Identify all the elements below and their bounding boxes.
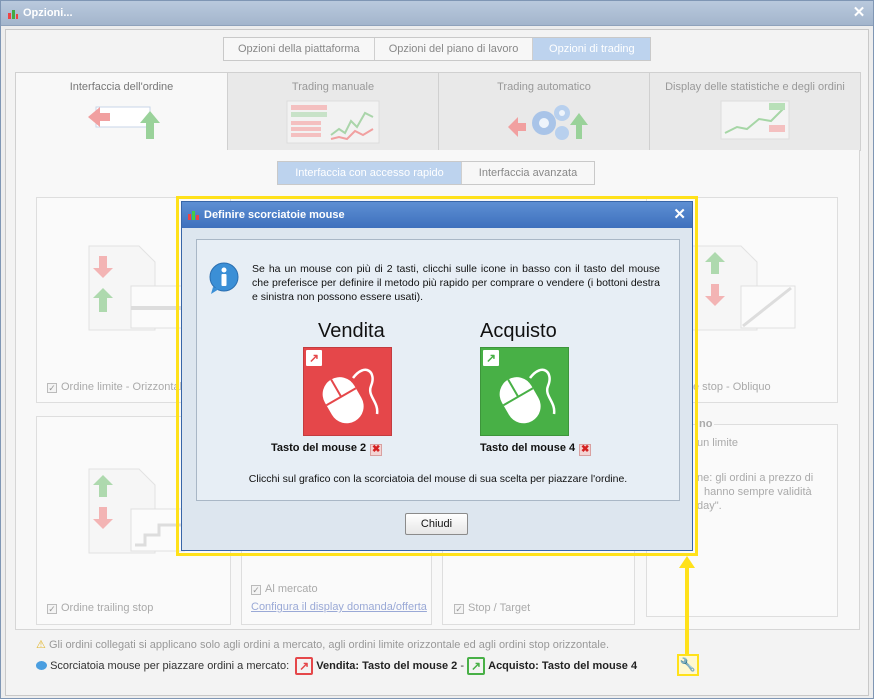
- checkbox-box: ✓: [251, 585, 261, 595]
- linked-orders-note: ⚠ Gli ordini collegati si applicano solo…: [36, 638, 609, 651]
- trailing-stop-icon: [88, 468, 185, 554]
- buy-key-label: Tasto del mouse 4: [480, 442, 576, 454]
- stop-oblique-checkbox[interactable]: e stop - Obliquo: [693, 381, 771, 393]
- info-limit-label: un limite: [697, 437, 738, 449]
- tab-platform-options[interactable]: Opzioni della piattaforma: [224, 38, 375, 60]
- trailing-stop-checkbox[interactable]: ✓ Ordine trailing stop: [47, 602, 153, 614]
- stop-oblique-label: e stop - Obliquo: [693, 381, 771, 393]
- tab-statistics-display-label: Display delle statistiche e degli ordini: [665, 81, 845, 93]
- mouse-shortcut-bar: Scorciatoia mouse per piazzare ordini a …: [36, 656, 637, 676]
- clear-buy-key-icon[interactable]: ✖: [579, 444, 592, 456]
- clear-sell-key-icon[interactable]: ✖: [370, 444, 383, 456]
- order-interface-icon: [87, 106, 160, 139]
- at-market-checkbox[interactable]: ✓ Al mercato: [251, 583, 318, 595]
- buy-title: Acquisto: [480, 320, 557, 342]
- wrench-icon[interactable]: 🔧: [677, 654, 699, 676]
- manual-trading-icon: [286, 100, 380, 144]
- buy-key-row: Tasto del mouse 4 ✖: [480, 442, 592, 456]
- tab-automatic-trading[interactable]: Trading automatico: [438, 72, 650, 151]
- dialog-title: Definire scorciatoie mouse: [204, 209, 345, 221]
- info-text-2: hanno sempre validità: [704, 486, 812, 498]
- sell-key-label: Tasto del mouse 2: [271, 442, 367, 454]
- info-heading: no: [697, 418, 715, 430]
- mouse-shortcut-dialog: Definire scorciatoie mouse ✕ Se ha un mo…: [181, 201, 693, 551]
- sub-tabs: Interfaccia con accesso rapido Interfacc…: [277, 161, 595, 185]
- tab-order-interface-label: Interfaccia dell'ordine: [69, 81, 174, 93]
- window-titlebar: Opzioni... ✕: [1, 1, 873, 26]
- sell-mouse-button[interactable]: ↗: [303, 347, 392, 436]
- mouse-icon: [499, 368, 556, 424]
- tab-advanced-interface[interactable]: Interfaccia avanzata: [462, 162, 594, 184]
- checkbox-box: ✓: [454, 604, 464, 614]
- trailing-stop-label: Ordine trailing stop: [61, 602, 154, 614]
- dialog-titlebar: Definire scorciatoie mouse ✕: [182, 202, 692, 228]
- sell-title: Vendita: [318, 320, 385, 342]
- sell-key-row: Tasto del mouse 2 ✖: [271, 442, 383, 456]
- info-text-1: ne: gli ordini a prezzo di: [697, 472, 814, 484]
- mouse-icon: [322, 368, 379, 424]
- buy-shortcut-icon: ↗: [467, 657, 486, 676]
- dialog-content: Se ha un mouse con più di 2 tasti, clicc…: [196, 239, 680, 501]
- shortcut-separator: -: [460, 660, 464, 672]
- tab-quick-interface[interactable]: Interfaccia con accesso rapido: [278, 162, 462, 184]
- tab-automatic-trading-label: Trading automatico: [497, 81, 591, 93]
- sell-shortcut-icon: ↗: [295, 657, 314, 676]
- stop-target-label: Stop / Target: [468, 602, 531, 614]
- info-icon: [209, 262, 239, 294]
- buy-shortcut-key: Tasto del mouse 4: [541, 660, 638, 672]
- dialog-message: Se ha un mouse con più di 2 tasti, clicc…: [252, 263, 660, 303]
- configure-bid-ask-link[interactable]: Configura il display domanda/offerta: [251, 601, 427, 613]
- tab-trading-options[interactable]: Opzioni di trading: [533, 38, 651, 60]
- info-text-3: day".: [697, 500, 722, 512]
- sell-shortcut-label: Vendita:: [316, 660, 360, 672]
- dialog-close-icon[interactable]: ✕: [673, 206, 686, 223]
- limit-horizontal-icon: [88, 245, 185, 331]
- checkbox-box: ✓: [47, 383, 57, 393]
- app-icon: [8, 10, 18, 19]
- close-button[interactable]: Chiudi: [405, 513, 468, 535]
- tab-manual-trading-label: Trading manuale: [291, 81, 375, 93]
- window-close-icon[interactable]: ✕: [851, 5, 867, 21]
- warning-icon: ⚠: [36, 639, 46, 651]
- buy-mouse-button[interactable]: ↗: [480, 347, 569, 436]
- shortcut-label: Scorciatoia mouse per piazzare ordini a …: [50, 660, 290, 672]
- stop-oblique-icon: [690, 245, 796, 331]
- tab-manual-trading[interactable]: Trading manuale: [227, 72, 439, 151]
- tab-statistics-display[interactable]: Display delle statistiche e degli ordini: [649, 72, 861, 151]
- buy-shortcut-label: Acquisto:: [488, 660, 539, 672]
- stop-target-checkbox[interactable]: ✓ Stop / Target: [454, 602, 530, 614]
- tab-order-interface[interactable]: Interfaccia dell'ordine: [15, 72, 228, 151]
- top-tabs: Opzioni della piattaforma Opzioni del pi…: [223, 37, 652, 61]
- dialog-hint: Clicchi sul grafico con la scorciatoia d…: [248, 473, 628, 485]
- checkbox-box: ✓: [47, 604, 57, 614]
- at-market-label: Al mercato: [265, 583, 318, 595]
- limit-horizontal-label: Ordine limite - Orizzontale: [61, 381, 189, 393]
- dialog-app-icon: [188, 211, 199, 220]
- gears-icon: [508, 105, 588, 140]
- limit-horizontal-checkbox[interactable]: ✓ Ordine limite - Orizzontale: [47, 381, 188, 393]
- linked-orders-text: Gli ordini collegati si applicano solo a…: [48, 639, 610, 651]
- highlight-arrow-line: [685, 566, 689, 654]
- window-title: Opzioni...: [23, 7, 73, 19]
- speech-bubble-icon: [36, 661, 47, 670]
- statistics-icon: [720, 100, 790, 140]
- sell-shortcut-key: Tasto del mouse 2: [362, 660, 458, 672]
- tab-workspace-options[interactable]: Opzioni del piano di lavoro: [375, 38, 534, 60]
